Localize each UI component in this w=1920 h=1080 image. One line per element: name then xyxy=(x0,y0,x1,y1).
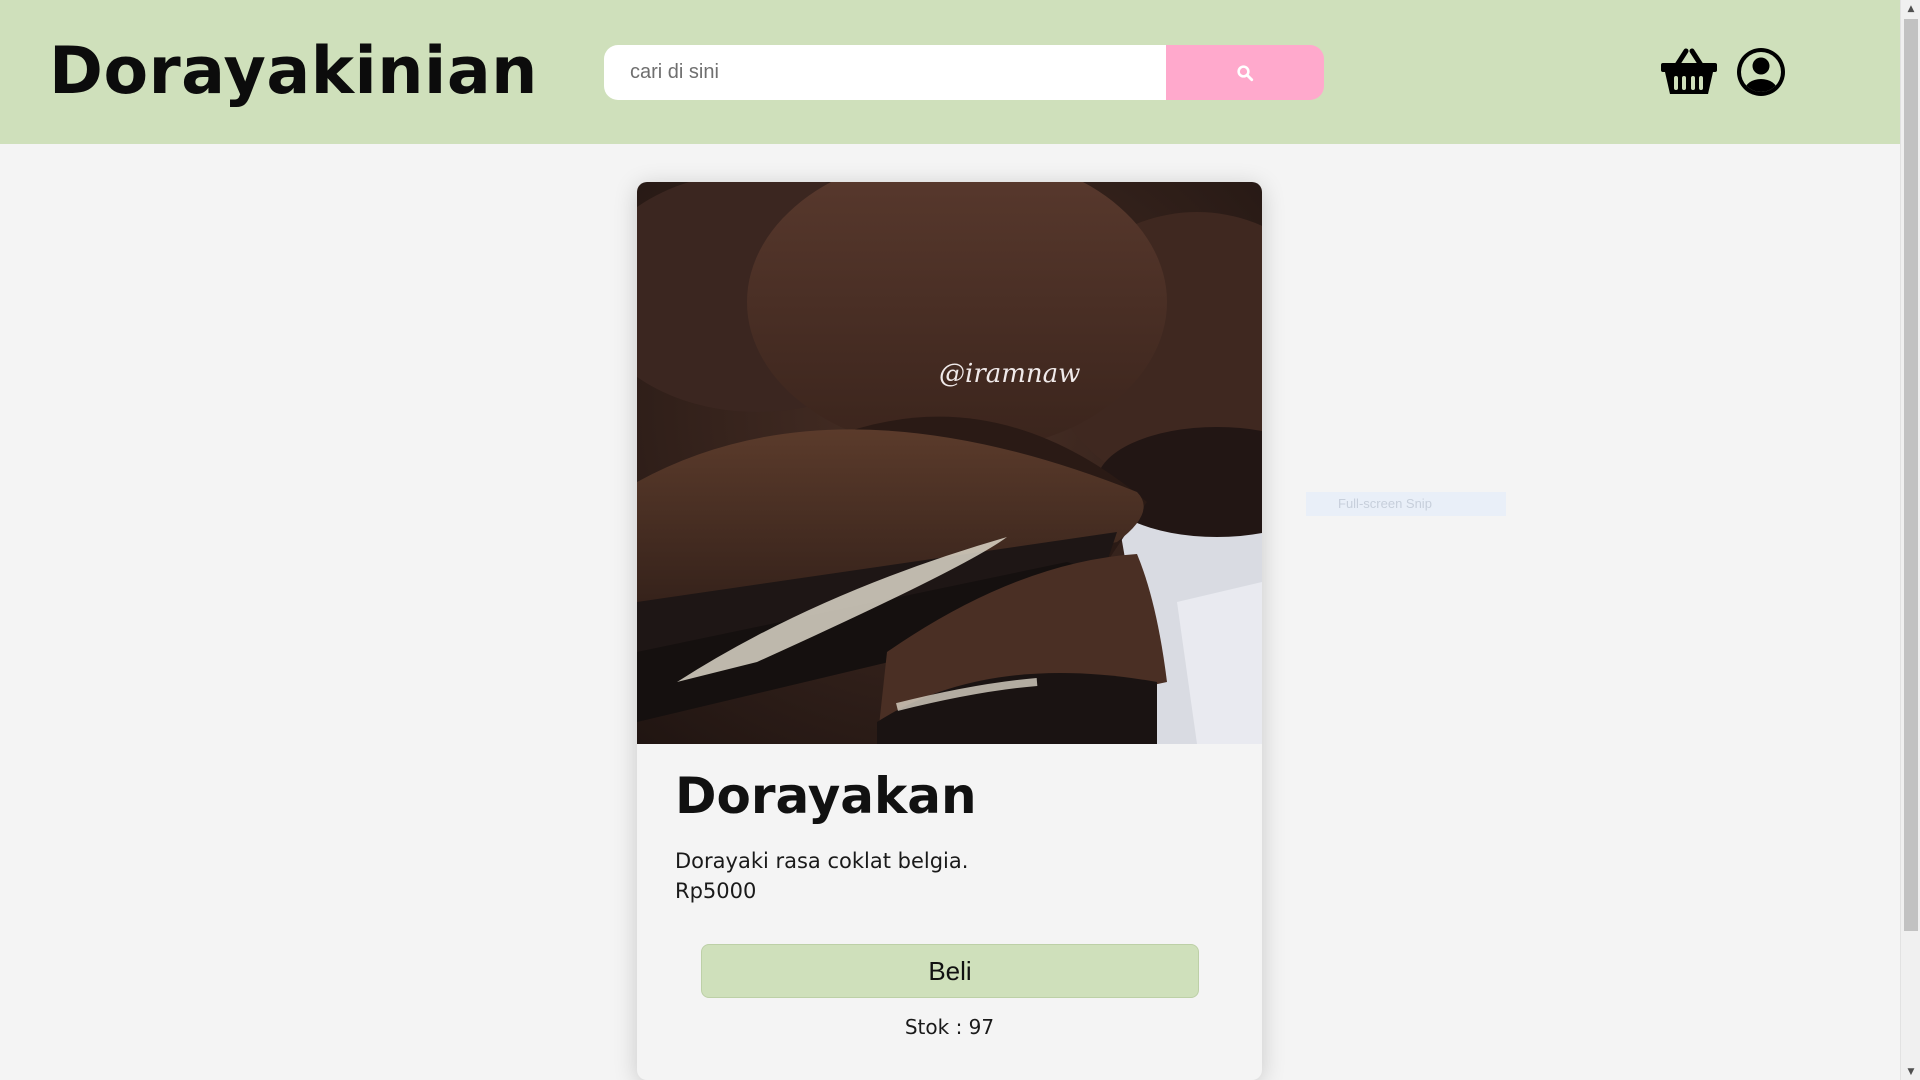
vertical-scrollbar[interactable]: ▲ ▼ xyxy=(1900,0,1920,1080)
basket-icon[interactable] xyxy=(1660,46,1718,96)
product-card: @iramnaw Dorayakan Dorayaki rasa coklat … xyxy=(637,182,1262,1080)
svg-text:@iramnaw: @iramnaw xyxy=(939,359,1080,389)
user-circle-icon[interactable] xyxy=(1735,46,1787,98)
scroll-down-icon[interactable]: ▼ xyxy=(1901,1063,1920,1080)
search-bar xyxy=(604,45,1324,100)
top-header: Dorayakinian xyxy=(0,0,1900,144)
product-name: Dorayakan xyxy=(675,767,977,825)
scroll-up-icon[interactable]: ▲ xyxy=(1901,0,1920,17)
search-button[interactable] xyxy=(1166,45,1324,100)
product-description: Dorayaki rasa coklat belgia. xyxy=(675,849,969,873)
snip-overlay[interactable]: Full-screen Snip xyxy=(1306,492,1506,516)
buy-button[interactable]: Beli xyxy=(701,944,1199,998)
stock-label: Stok : 97 xyxy=(904,1015,995,1039)
brand-title[interactable]: Dorayakinian xyxy=(49,30,538,114)
search-icon xyxy=(1237,64,1254,81)
search-input[interactable] xyxy=(604,45,1166,100)
product-image: @iramnaw xyxy=(637,182,1262,744)
scroll-thumb[interactable] xyxy=(1904,19,1918,931)
product-price: Rp5000 xyxy=(675,879,757,903)
